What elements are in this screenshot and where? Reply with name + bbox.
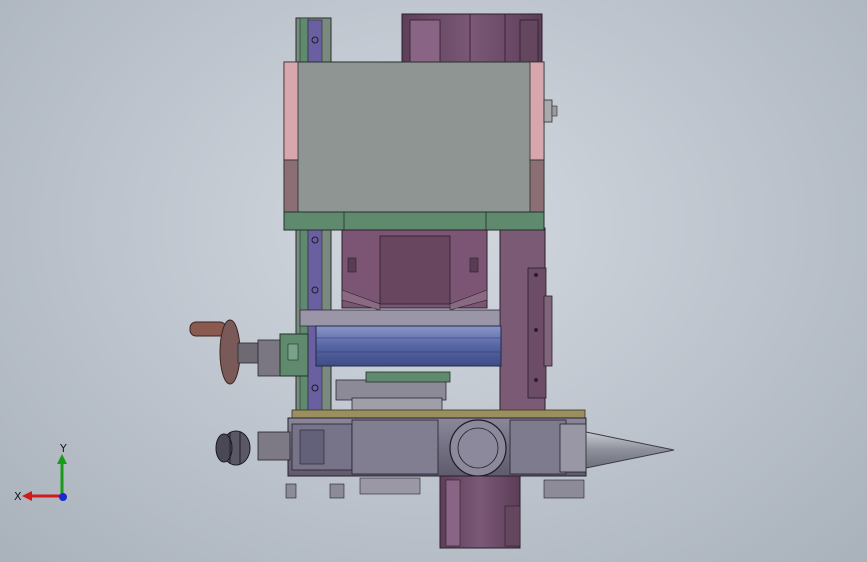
triad-y-label: Y	[59, 442, 67, 455]
lower-bracket[interactable]	[335, 371, 451, 413]
triad-z-axis	[59, 493, 67, 501]
carriage[interactable]	[341, 229, 488, 311]
cross-rail[interactable]	[283, 211, 545, 231]
main-housing[interactable]	[283, 61, 558, 215]
base-plate[interactable]	[291, 409, 586, 419]
fittings[interactable]	[285, 477, 585, 499]
view-triad: Y X	[14, 442, 67, 503]
cad-viewport[interactable]	[0, 0, 867, 562]
hand-wheel[interactable]	[189, 319, 309, 385]
nozzle-rings[interactable]	[215, 430, 291, 466]
triad-x-label: X	[14, 490, 22, 503]
top-motor[interactable]	[401, 13, 543, 65]
linear-slide[interactable]	[299, 309, 502, 367]
bottom-motor[interactable]	[439, 475, 521, 549]
cone-tip[interactable]	[585, 431, 675, 469]
spindle-assembly[interactable]	[287, 417, 587, 477]
right-rail[interactable]	[499, 227, 553, 414]
triad-x-axis	[22, 491, 62, 501]
triad-y-axis	[57, 454, 67, 496]
